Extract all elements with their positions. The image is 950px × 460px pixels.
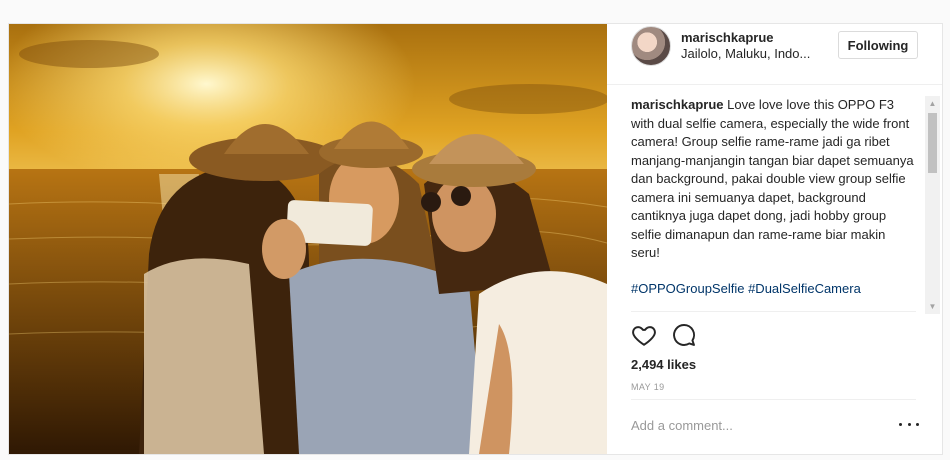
caption-scrollbar[interactable]: ▲ ▼ (925, 96, 940, 314)
ellipsis-icon[interactable] (899, 418, 919, 430)
following-button[interactable]: Following (838, 31, 918, 59)
scroll-thumb[interactable] (928, 113, 937, 173)
caption-username[interactable]: marischkaprue (631, 97, 724, 112)
comment-input[interactable] (631, 414, 871, 436)
hashtag-link[interactable]: #DualSelfieCamera (748, 281, 861, 296)
caption-container: marischkaprue Love love love this OPPO F… (631, 96, 916, 311)
post-header: marischkaprue Jailolo, Maluku, Indo... F… (607, 24, 942, 85)
hashtags: #OPPOGroupSelfie #DualSelfieCamera (631, 280, 916, 299)
caption-text: Love love love this OPPO F3 with dual se… (631, 97, 914, 260)
avatar[interactable] (631, 26, 671, 66)
post-side-panel: marischkaprue Jailolo, Maluku, Indo... F… (607, 24, 942, 454)
post-card: marischkaprue Jailolo, Maluku, Indo... F… (8, 23, 943, 455)
hashtag-link[interactable]: #OPPOGroupSelfie (631, 281, 744, 296)
scroll-down-arrow-icon[interactable]: ▼ (925, 299, 940, 314)
sunset-selfie-image (9, 24, 607, 454)
post-date[interactable]: MAY 19 (631, 382, 665, 392)
speech-bubble-icon[interactable] (671, 322, 697, 348)
heart-icon[interactable] (631, 322, 657, 348)
likes-count[interactable]: 2,494 likes (631, 357, 696, 372)
author-location[interactable]: Jailolo, Maluku, Indo... (681, 46, 821, 61)
post-photo[interactable] (9, 24, 607, 454)
comment-bar (631, 399, 919, 450)
post-actions: 2,494 likes MAY 19 (631, 311, 916, 392)
author-username[interactable]: marischkaprue (681, 30, 774, 45)
scroll-up-arrow-icon[interactable]: ▲ (925, 96, 940, 111)
